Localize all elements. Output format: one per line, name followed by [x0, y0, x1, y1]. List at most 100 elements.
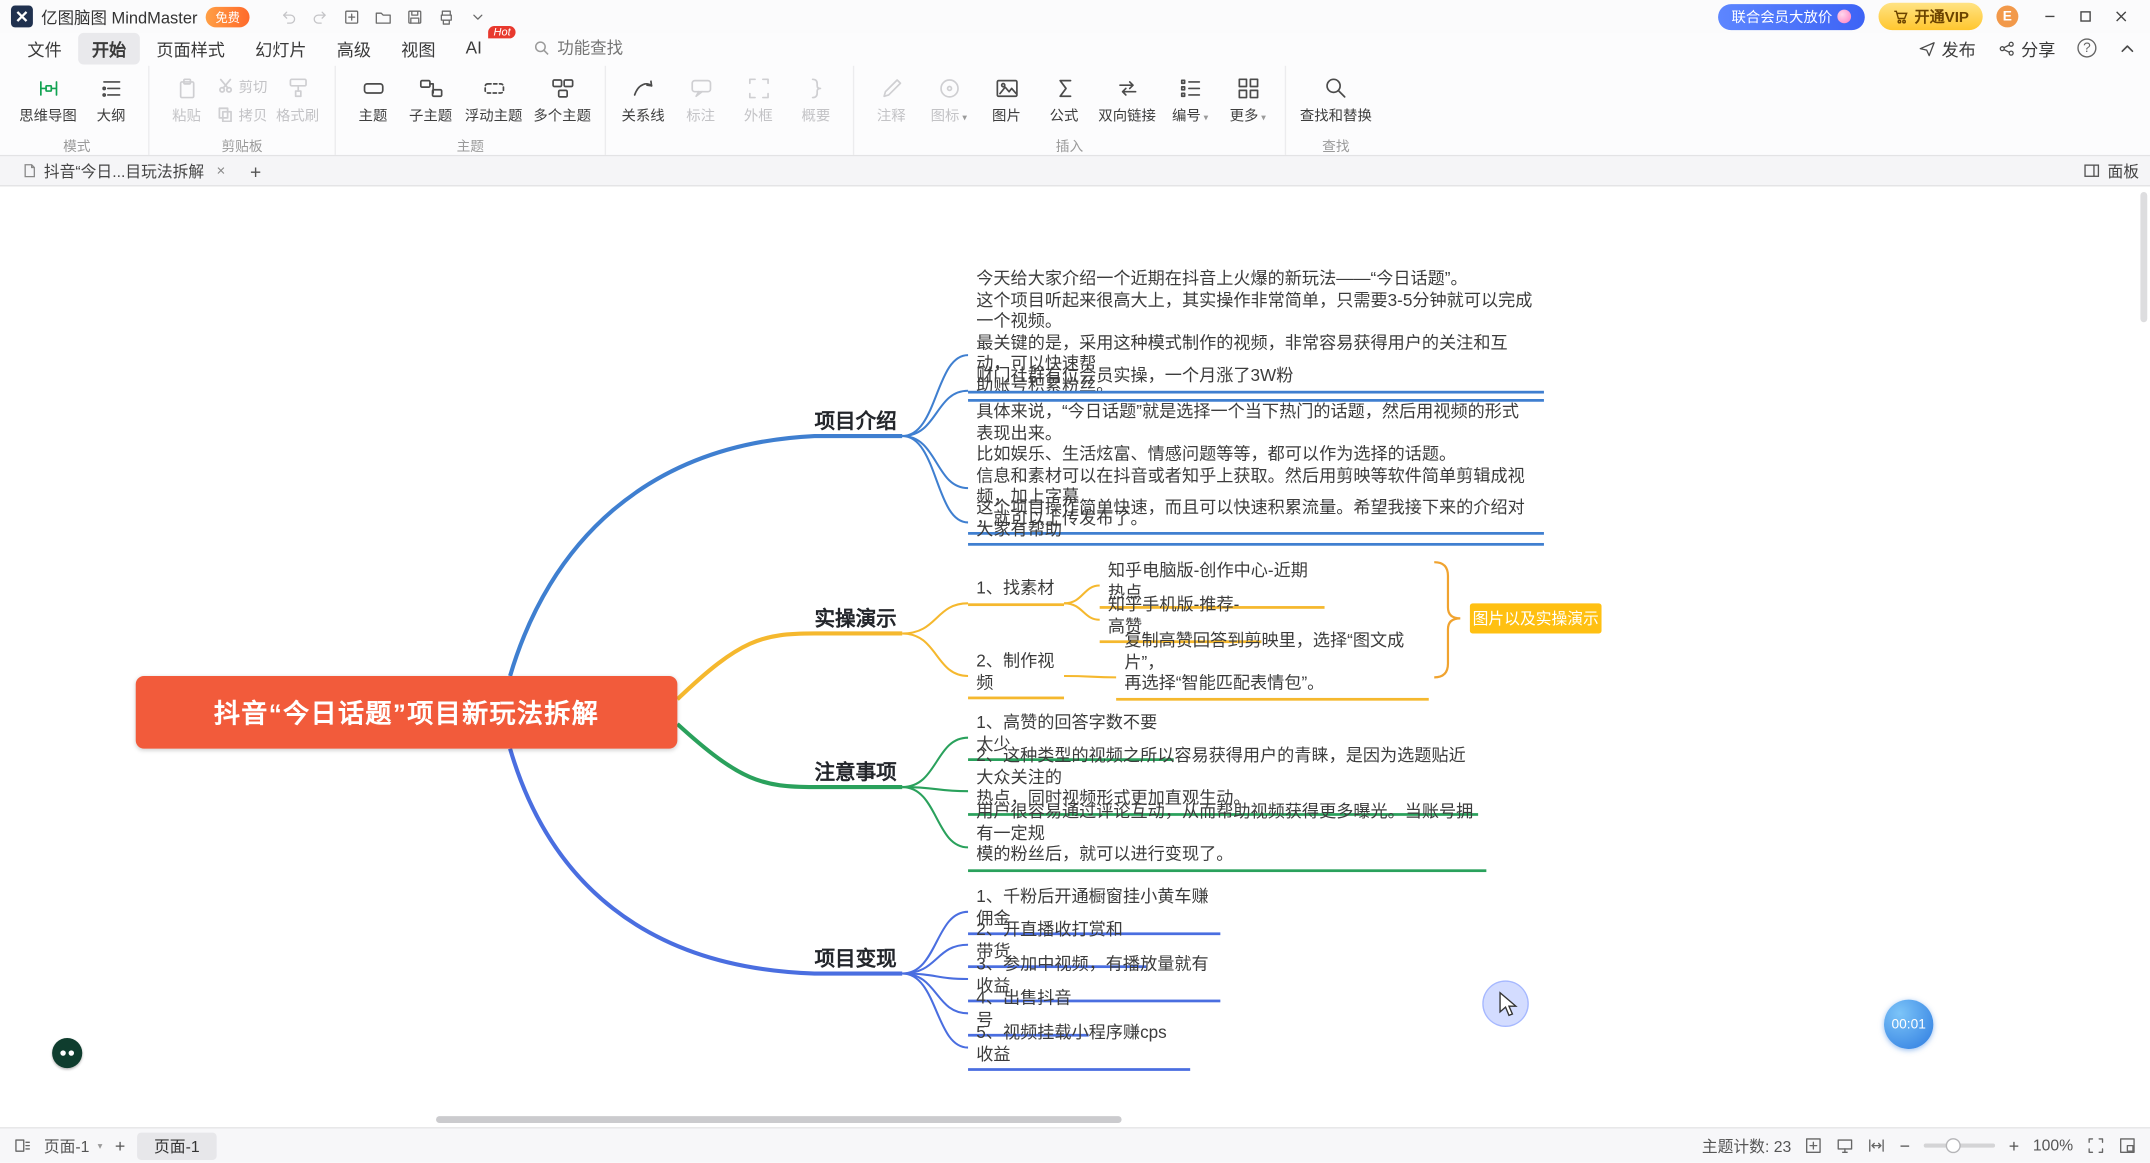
minimize-icon[interactable]	[2032, 3, 2068, 30]
cart-icon	[1893, 8, 1909, 24]
blossom-icon	[1838, 10, 1852, 24]
minimap-icon[interactable]	[2118, 1137, 2136, 1155]
print-icon[interactable]	[432, 4, 459, 29]
save-icon[interactable]	[400, 4, 427, 29]
outline-mode-button[interactable]: 大纲	[84, 69, 139, 127]
close-icon[interactable]	[2103, 3, 2139, 30]
help-icon[interactable]: ?	[2077, 38, 2096, 57]
page-selector[interactable]: 页面-1 ▾	[44, 1135, 103, 1157]
image-icon	[993, 73, 1019, 103]
assistant-floating-button[interactable]	[52, 1038, 82, 1068]
floating-topic-button[interactable]: 浮动主题	[461, 69, 527, 127]
topic-node[interactable]: 复制高赞回答到剪映里，选择“图文成片”， 再选择“智能匹配表情包”。	[1116, 629, 1429, 700]
menu-tab-home[interactable]: 开始	[78, 32, 140, 64]
relationship-line-button[interactable]: 关系线	[616, 69, 671, 127]
paste-button[interactable]: 粘贴	[159, 69, 214, 127]
subtopic-button[interactable]: 子主题	[403, 69, 458, 127]
topic-text-line: 5、视频挂载小程序赚cps收益	[976, 1023, 1182, 1066]
find-replace-button[interactable]: 查找和替换	[1296, 69, 1376, 127]
topic-node[interactable]: 用户很容易通过评论互动，从而帮助视频获得更多曝光。当账号拥有一定规 模的粉丝后，…	[968, 801, 1486, 872]
insert-image-button[interactable]: 图片	[979, 69, 1034, 127]
menu-tab-view[interactable]: 视图	[387, 32, 449, 64]
document-tab[interactable]: 抖音“今日...目玩法拆解 ×	[11, 157, 236, 184]
multiple-topics-icon	[549, 73, 575, 103]
vertical-scrollbar-thumb[interactable]	[2140, 192, 2147, 322]
multiple-topics-button[interactable]: 多个主题	[529, 69, 595, 127]
zoom-in-icon[interactable]: +	[2009, 1135, 2019, 1156]
upgrade-vip-button[interactable]: 开通VIP	[1879, 3, 1983, 30]
menu-tab-slideshow[interactable]: 幻灯片	[241, 32, 320, 64]
topic-text-line: 今天给大家介绍一个近期在抖音上火爆的新玩法——“今日话题”。	[976, 269, 1535, 290]
member-promo-banner[interactable]: 联合会员大放价	[1718, 3, 1865, 29]
mindmap-canvas[interactable]: 抖音“今日话题”项目新玩法拆解 项目介绍 实操演示 注意事项 项目变现 今天给大…	[0, 186, 2150, 1127]
presentation-icon[interactable]	[1837, 1137, 1855, 1155]
zoom-level[interactable]: 100%	[2033, 1137, 2073, 1153]
numbering-button[interactable]: 编号▾	[1163, 69, 1218, 127]
new-document-icon[interactable]	[337, 4, 364, 29]
branch-label-intro[interactable]: 项目介绍	[814, 406, 896, 435]
menu-tab-file[interactable]: 文件	[14, 32, 76, 64]
topic-button[interactable]: 主题	[346, 69, 401, 127]
page-tab[interactable]: 页面-1	[138, 1132, 216, 1159]
cut-button[interactable]: 剪切	[217, 77, 268, 98]
horizontal-scrollbar-thumb[interactable]	[436, 1116, 1122, 1123]
menubar-right: 发布 分享 ?	[1918, 35, 2136, 61]
copy-button[interactable]: 拷贝	[217, 106, 268, 127]
share-button[interactable]: 分享	[1998, 35, 2056, 61]
menu-tab-advanced[interactable]: 高级	[323, 32, 385, 64]
bidirectional-link-icon	[1114, 73, 1140, 103]
publish-button[interactable]: 发布	[1918, 35, 1976, 61]
fullscreen-icon[interactable]	[2087, 1137, 2105, 1155]
undo-icon[interactable]	[274, 4, 301, 29]
titlebar-left: 亿图脑图 MindMaster 免费	[11, 4, 491, 29]
more-insert-button[interactable]: 更多▾	[1220, 69, 1275, 127]
branch-label-demo[interactable]: 实操演示	[814, 603, 896, 632]
maximize-icon[interactable]	[2068, 3, 2104, 30]
topic-count-label: 主题计数:	[1702, 1139, 1769, 1155]
zoom-slider-knob[interactable]	[1946, 1138, 1961, 1153]
formula-button[interactable]: 公式	[1037, 69, 1092, 127]
boundary-label: 外框	[744, 106, 773, 127]
topic-node[interactable]: 2、制作视频	[968, 650, 1064, 699]
callout-label: 标注	[686, 106, 715, 127]
branch-label-notes[interactable]: 注意事项	[814, 757, 896, 786]
callout-node[interactable]: 图片以及实操演示	[1470, 603, 1602, 633]
ribbon: 思维导图 大纲 模式 粘贴 剪切	[0, 63, 2150, 156]
toolbar-dropdown-icon[interactable]	[464, 4, 491, 29]
topic-node[interactable]: 这个项目操作简单快速，而且可以快速积累流量。希望我接下来的介绍对大家有帮助	[968, 496, 1544, 545]
zoom-out-icon[interactable]: −	[1900, 1135, 1910, 1156]
page-list-icon[interactable]	[14, 1137, 32, 1155]
topic-icon	[360, 73, 386, 103]
fit-page-icon[interactable]	[1805, 1137, 1823, 1155]
find-replace-label: 查找和替换	[1300, 106, 1372, 127]
tab-close-icon[interactable]: ×	[217, 162, 226, 178]
boundary-button[interactable]: 外框	[731, 69, 786, 127]
fit-width-icon[interactable]	[1868, 1137, 1886, 1155]
central-topic[interactable]: 抖音“今日话题”项目新玩法拆解	[136, 676, 678, 749]
topic-text-line: 比如娱乐、生活炫富、情感问题等等，都可以作为选择的话题。	[976, 444, 1535, 465]
bidirectional-link-button[interactable]: 双向链接	[1094, 69, 1160, 127]
new-tab-icon[interactable]: +	[250, 160, 261, 182]
menu-tab-page-style[interactable]: 页面样式	[143, 32, 239, 64]
feature-search-input[interactable]	[557, 38, 667, 57]
feature-search[interactable]	[534, 38, 667, 57]
callout-button[interactable]: 标注	[673, 69, 728, 127]
timer-bubble[interactable]: 00:01	[1884, 1000, 1933, 1049]
topic-node[interactable]: 1、找素材	[968, 577, 1064, 605]
user-avatar[interactable]: E	[1996, 5, 2018, 27]
format-painter-button[interactable]: 格式刷	[270, 69, 325, 127]
panel-toggle[interactable]: 面板	[2083, 160, 2139, 182]
redo-icon[interactable]	[306, 4, 333, 29]
topic-node[interactable]: 5、视频挂载小程序赚cps收益	[968, 1022, 1190, 1071]
open-file-icon[interactable]	[369, 4, 396, 29]
topic-node[interactable]: 财门社群有位会员实操，一个月涨了3W粉	[968, 365, 1544, 393]
note-button[interactable]: 注释	[864, 69, 919, 127]
collapse-ribbon-icon[interactable]	[2118, 39, 2136, 57]
zoom-slider[interactable]	[1924, 1144, 1995, 1148]
summary-button[interactable]: 概要	[788, 69, 843, 127]
branch-label-monetize[interactable]: 项目变现	[814, 943, 896, 972]
insert-icon-button[interactable]: 图标▾	[921, 69, 976, 127]
add-page-icon[interactable]: +	[115, 1135, 125, 1156]
menu-tab-ai[interactable]: AI Hot	[452, 36, 496, 61]
mindmap-mode-button[interactable]: 思维导图	[15, 69, 81, 127]
